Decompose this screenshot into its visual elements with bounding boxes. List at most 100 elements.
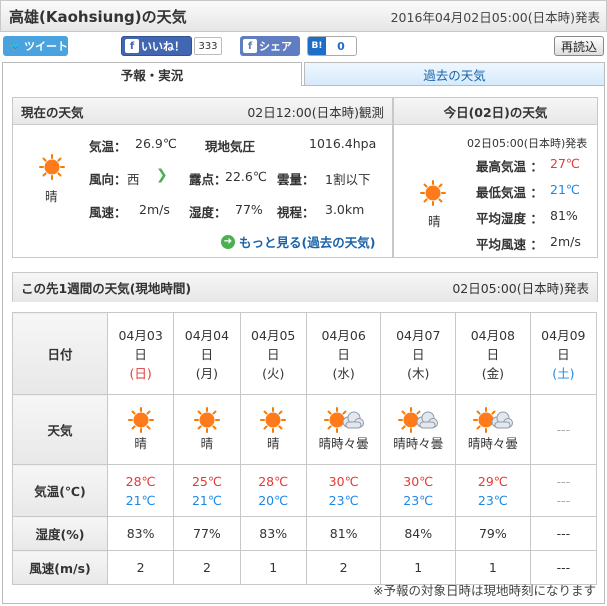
sun-icon xyxy=(108,407,173,433)
hatena-bookmark-button[interactable]: B! 0 xyxy=(307,36,357,56)
max-temp-label: 最高気温 ： xyxy=(476,159,543,174)
current-weather-box: 現在の天気 02日12:00(日本時)観測 晴 気温： 26.9℃ 現地気圧 1… xyxy=(12,97,393,258)
current-weather-text: 晴 xyxy=(45,189,58,204)
weather-text: 晴時々曇 xyxy=(467,436,518,451)
twitter-bird-icon: 🐦 xyxy=(8,40,22,52)
week-forecast-title: この先1週間の天気(現地時間) xyxy=(21,281,192,296)
humidity-cell-3: 81% xyxy=(305,516,382,551)
visibility-label: 視程： xyxy=(277,205,315,220)
tweet-button[interactable]: 🐦 ツイート xyxy=(3,36,68,56)
dew-point-value: 22.6℃ xyxy=(225,169,267,184)
dew-point-label: 露点： xyxy=(189,172,227,187)
facebook-like-button[interactable]: f いいね！ xyxy=(121,36,192,56)
hatena-icon: B! xyxy=(308,37,326,55)
forecast-panel: 現在の天気 02日12:00(日本時)観測 晴 気温： 26.9℃ 現地気圧 1… xyxy=(2,86,605,604)
weather-text: 晴時々曇 xyxy=(318,436,369,451)
humidity-value: 77% xyxy=(235,202,263,217)
pressure-value: 1016.4hpa xyxy=(309,136,377,151)
temp-cell-5: 29℃ 23℃ xyxy=(455,464,531,517)
humidity-cell-1: 77% xyxy=(173,516,241,551)
sun-icon xyxy=(174,407,239,433)
row-header-temp: 気温(℃) xyxy=(12,464,108,517)
issued-time: 2016年04月02日05:00(日本時)発表 xyxy=(390,9,600,25)
weather-cell-2: 晴 xyxy=(239,394,307,465)
humidity-label: 湿度： xyxy=(189,205,227,220)
cloud-cover-label: 雲量： xyxy=(277,172,315,187)
avg-humidity-value: 81% xyxy=(550,208,578,223)
date-cell-5: 04月08 日 (金) xyxy=(455,312,531,395)
min-temp: 20℃ xyxy=(258,492,289,508)
share-label: シェア xyxy=(259,40,292,53)
tab-forecast[interactable]: 予報・実況 xyxy=(2,62,302,86)
max-temp: 30℃ xyxy=(328,473,359,489)
more-link-label: もっと見る(過去の天気) xyxy=(239,235,376,250)
temp-cell-6: --- --- xyxy=(529,464,598,517)
current-weather-title: 現在の天気 xyxy=(21,104,84,120)
like-label: いいね！ xyxy=(141,40,185,53)
page-title: 高雄(Kaohsiung)の天気 xyxy=(9,7,187,26)
date-cell-1: 04月04 日 (月) xyxy=(173,312,241,395)
facebook-icon: f xyxy=(125,39,139,53)
date-cell-2: 04月05 日 (火) xyxy=(239,312,307,395)
weather-text: 晴時々曇 xyxy=(393,436,444,451)
week-forecast-header: この先1週間の天気(現地時間) 02日05:00(日本時)発表 xyxy=(12,272,598,302)
week-issued: 02日05:00(日本時)発表 xyxy=(452,281,589,296)
today-weather-box: 今日(02日)の天気 02日05:00(日本時)発表 晴 最高気温 ： 27℃ … xyxy=(393,97,598,258)
weather-cell-4: 晴時々曇 xyxy=(380,394,457,465)
avg-wind-label: 平均風速 ： xyxy=(476,237,543,252)
tab-past-weather[interactable]: 過去の天気 xyxy=(304,62,605,86)
min-temp: --- xyxy=(556,492,571,508)
min-temp-label: 最低気温 ： xyxy=(476,185,543,200)
reload-button[interactable]: 再読込 xyxy=(554,36,604,56)
facebook-share-button[interactable]: f シェア xyxy=(240,36,300,56)
weather-text: 晴 xyxy=(200,436,214,451)
wind-direction-label: 風向： xyxy=(89,172,127,187)
temp-label: 気温： xyxy=(89,139,127,154)
weather-text: 晴 xyxy=(266,436,280,451)
max-temp: 25℃ xyxy=(191,473,222,489)
row-header-wind: 風速(m/s) xyxy=(12,550,108,585)
row-header-weather: 天気 xyxy=(12,394,108,465)
tab-bar: 予報・実況 過去の天気 xyxy=(2,62,605,86)
max-temp: 29℃ xyxy=(477,473,508,489)
humidity-cell-2: 83% xyxy=(239,516,307,551)
temp-cell-1: 25℃ 21℃ xyxy=(173,464,241,517)
date-cell-3: 04月06 日 (水) xyxy=(305,312,382,395)
wind-cell-0: 2 xyxy=(106,550,175,585)
sun-icon xyxy=(39,154,65,180)
min-temp: 21℃ xyxy=(191,492,222,508)
min-temp-value: 21℃ xyxy=(550,182,580,197)
weather-text: 晴 xyxy=(134,436,147,451)
today-issued: 02日05:00(日本時)発表 xyxy=(467,137,588,150)
wind-cell-3: 2 xyxy=(305,550,382,585)
temp-value: 26.9℃ xyxy=(135,136,177,151)
date-cell-6: 04月09 日 (土) xyxy=(529,312,598,395)
temp-cell-0: 28℃ 21℃ xyxy=(106,464,175,517)
more-past-weather-link[interactable]: ➔ もっと見る(過去の天気) xyxy=(221,232,375,251)
max-temp: 28℃ xyxy=(125,473,156,489)
wind-speed-value: 2m/s xyxy=(139,202,170,217)
max-temp: 30℃ xyxy=(403,473,434,489)
row-header-date: 日付 xyxy=(12,312,108,395)
observed-time: 02日12:00(日本時)観測 xyxy=(247,104,384,120)
arrow-right-icon: ➔ xyxy=(221,234,235,249)
humidity-cell-0: 83% xyxy=(106,516,175,551)
date-cell-0: 04月03 日 (日) xyxy=(106,312,175,395)
max-temp-value: 27℃ xyxy=(550,156,580,171)
weather-cell-0: 晴 xyxy=(106,394,175,465)
weather-text: --- xyxy=(556,422,571,437)
wind-arrow-icon: ❯ xyxy=(156,167,168,183)
title-bar: 高雄(Kaohsiung)の天気 2016年04月02日05:00(日本時)発表 xyxy=(0,0,607,32)
time-note: ※予報の対象日時は現地時刻になります xyxy=(373,583,596,598)
wind-cell-2: 1 xyxy=(239,550,307,585)
temp-cell-4: 30℃ 23℃ xyxy=(380,464,457,517)
wind-direction-value: 西 xyxy=(127,172,140,187)
visibility-value: 3.0km xyxy=(325,202,365,217)
temp-cell-2: 28℃ 20℃ xyxy=(239,464,307,517)
tweet-label: ツイート xyxy=(24,40,68,53)
humidity-cell-5: 79% xyxy=(455,516,531,551)
today-weather-title: 今日(02日)の天気 xyxy=(443,104,548,120)
pressure-label: 現地気圧 xyxy=(205,139,256,154)
min-temp: 23℃ xyxy=(403,492,434,508)
min-temp: 21℃ xyxy=(125,492,156,508)
